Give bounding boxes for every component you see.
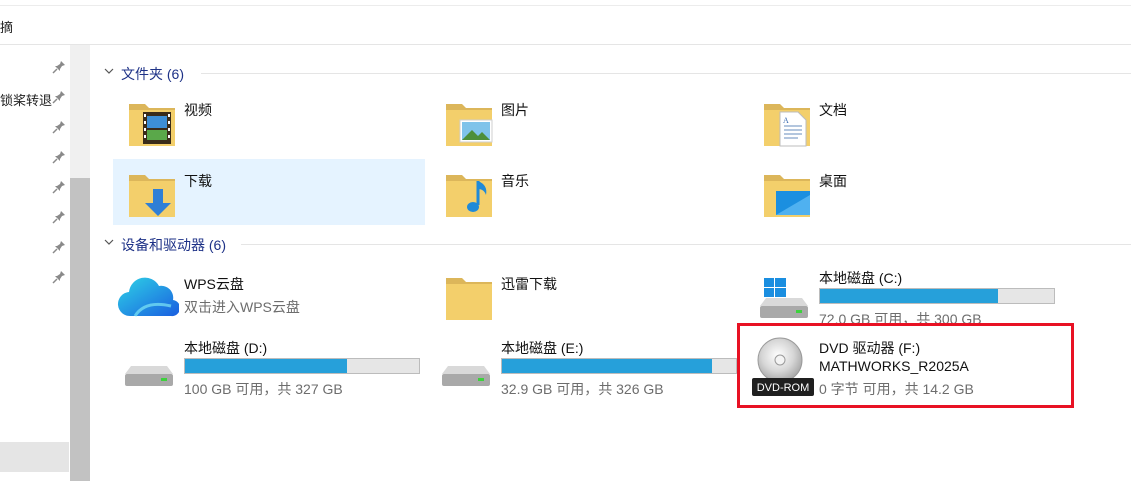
device-name: WPS云盘 (184, 276, 244, 292)
hard-drive-icon (442, 366, 490, 386)
folder-name: 音乐 (501, 173, 529, 189)
downloads-folder-icon (129, 175, 175, 217)
nav-item[interactable] (0, 173, 70, 203)
navigation-pane: 锁桨转退 (0, 45, 90, 481)
pin-icon[interactable] (52, 270, 66, 284)
device-wps-cloud[interactable]: WPS云盘 双击进入WPS云盘 (113, 262, 425, 328)
device-xunlei[interactable]: 迅雷下载 (430, 262, 742, 328)
documents-folder-icon: A (764, 104, 810, 147)
capacity-bar (184, 358, 420, 374)
drive-d[interactable]: 本地磁盘 (D:) 100 GB 可用，共 327 GB (113, 334, 425, 400)
folder-music[interactable]: 音乐 (430, 159, 742, 225)
drive-free-space: 100 GB 可用，共 327 GB (184, 381, 343, 397)
content-pane: 文件夹 (6) 视频 图片 A 文档 下载 音乐 桌面 设备和驱动器 (6) W… (91, 45, 1131, 481)
nav-item[interactable] (0, 233, 70, 263)
capacity-bar (501, 358, 737, 374)
pin-icon[interactable] (52, 240, 66, 254)
top-divider (0, 5, 1131, 6)
drive-c[interactable]: 本地磁盘 (C:) 72.0 GB 可用，共 300 GB (748, 264, 1060, 330)
folder-downloads[interactable]: 下载 (113, 159, 425, 225)
capacity-fill (820, 289, 998, 303)
folder-icon (446, 278, 492, 320)
folder-name: 桌面 (819, 173, 847, 189)
capacity-fill (502, 359, 713, 373)
nav-scrollbar[interactable] (70, 45, 90, 481)
chevron-down-icon[interactable] (103, 65, 115, 77)
drive-free-space: 32.9 GB 可用，共 326 GB (501, 381, 664, 397)
pin-icon[interactable] (52, 90, 66, 104)
nav-scroll-thumb[interactable] (70, 178, 90, 481)
drive-e[interactable]: 本地磁盘 (E:) 32.9 GB 可用，共 326 GB (430, 334, 742, 400)
nav-item-label: 锁桨转退 (0, 93, 53, 108)
desktop-folder-icon (764, 175, 810, 217)
folder-name: 图片 (501, 102, 529, 118)
group-divider (241, 244, 1131, 245)
folder-pictures[interactable]: 图片 (430, 88, 742, 154)
ribbon-area: 摘 (0, 0, 1131, 45)
group-title: 文件夹 (6) (121, 66, 184, 82)
capacity-bar (819, 288, 1055, 304)
group-header-devices[interactable]: 设备和驱动器 (6) (101, 233, 1131, 255)
pin-icon[interactable] (52, 120, 66, 134)
device-name: 迅雷下载 (501, 276, 557, 292)
nav-item[interactable] (0, 113, 70, 143)
device-subtitle: 双击进入WPS云盘 (184, 299, 300, 315)
highlight-annotation (737, 323, 1074, 408)
drive-name: 本地磁盘 (C:) (819, 270, 903, 286)
cloud-icon (118, 277, 179, 317)
pictures-folder-icon (446, 104, 493, 146)
folder-name: 文档 (819, 102, 847, 118)
group-title: 设备和驱动器 (6) (121, 237, 226, 253)
hard-drive-icon (125, 366, 173, 386)
folder-name: 下载 (184, 173, 212, 189)
drive-name: 本地磁盘 (E:) (501, 340, 584, 356)
chevron-down-icon[interactable] (103, 236, 115, 248)
nav-item[interactable] (0, 143, 70, 173)
windows-drive-icon (760, 278, 808, 318)
drive-name: 本地磁盘 (D:) (184, 340, 268, 356)
svg-text:A: A (783, 116, 789, 125)
pin-icon[interactable] (52, 150, 66, 164)
folder-documents[interactable]: A 文档 (748, 88, 1060, 154)
folder-videos[interactable]: 视频 (113, 88, 425, 154)
video-folder-icon (129, 104, 175, 146)
folder-desktop[interactable]: 桌面 (748, 159, 1060, 225)
pin-icon[interactable] (52, 210, 66, 224)
capacity-fill (185, 359, 348, 373)
folder-name: 视频 (184, 102, 212, 118)
nav-item[interactable] (0, 203, 70, 233)
nav-selected-row[interactable] (0, 442, 69, 472)
pin-icon[interactable] (52, 180, 66, 194)
nav-item[interactable]: 锁桨转退 (0, 83, 70, 113)
music-folder-icon (446, 175, 492, 217)
nav-item[interactable] (0, 53, 70, 83)
pin-icon[interactable] (52, 60, 66, 74)
group-divider (201, 73, 1131, 74)
group-header-folders[interactable]: 文件夹 (6) (101, 62, 1131, 84)
ribbon-label[interactable]: 摘 (0, 17, 13, 36)
nav-item[interactable] (0, 263, 70, 293)
